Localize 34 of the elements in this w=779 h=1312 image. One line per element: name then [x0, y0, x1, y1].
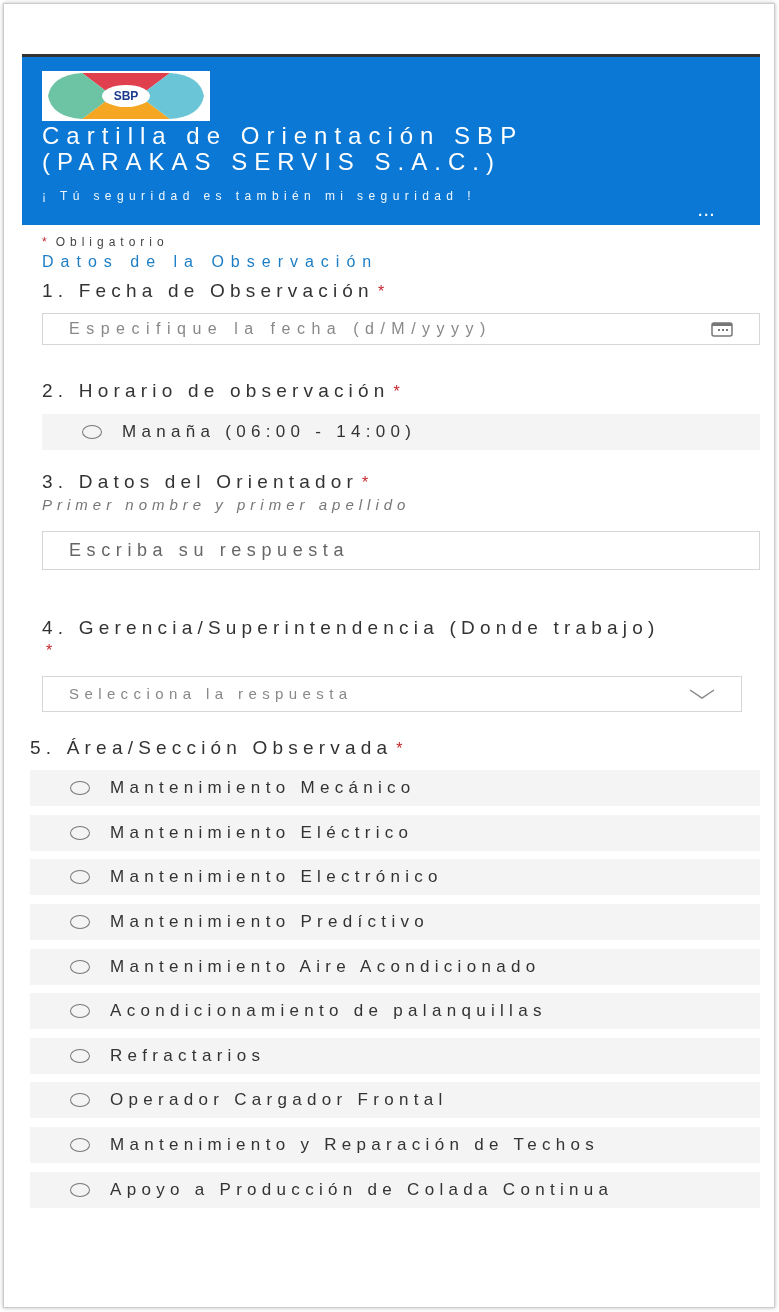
question-hint: Primer nombre y primer apellido — [42, 495, 412, 513]
radio-option[interactable]: Mantenimiento y Reparación de Techos — [30, 1126, 760, 1163]
section-title: Datos de la Observación — [42, 253, 380, 271]
more-options-button[interactable]: ... — [698, 203, 716, 219]
question-title: 2. Horario de observación — [42, 380, 390, 401]
required-note: Obligatorio — [55, 235, 169, 249]
logo-drawing: SBP — [42, 71, 210, 121]
radio-option[interactable]: Operador Cargador Frontal — [30, 1082, 760, 1119]
radio-option[interactable]: Refractarios — [30, 1037, 760, 1074]
radio-option[interactable]: Mantenimiento Predíctivo — [30, 903, 760, 940]
required-asterisk: * — [377, 283, 385, 300]
radio-option[interactable]: Mantenimiento Aire Acondicionado — [30, 948, 760, 985]
radio-option[interactable]: Acondicionamiento de palanquillas — [30, 993, 760, 1030]
form-subtitle: ¡ Tú seguridad es también mi seguridad ! — [42, 189, 477, 203]
radio-option[interactable]: Mantenimiento Electrónico — [30, 859, 760, 896]
date-field[interactable]: Especifique la fecha (d/M/yyyy) — [42, 313, 760, 345]
question-title: 5. Área/Sección Observada — [30, 736, 393, 758]
question-title: 4. Gerencia/Superintendencia (Donde trabajo) — [42, 615, 661, 640]
required-asterisk: * — [42, 235, 52, 249]
radio-option[interactable]: Mantenimiento Eléctrico — [30, 814, 760, 851]
answer-field[interactable]: Escriba su respuesta — [42, 530, 760, 570]
radio-option[interactable]: Mantenimiento Mecánico — [30, 770, 760, 807]
question-title: 3. Datos del Orientador — [42, 470, 359, 492]
select-dropdown[interactable]: Selecciona la respuesta — [42, 675, 742, 712]
required-asterisk: * — [46, 641, 53, 659]
form-title: Cartilla de Orientación SBP (PARAKAS SERVIS S.A.C.) — [42, 123, 524, 175]
required-asterisk: * — [362, 473, 369, 491]
question-title: 1. Fecha de Observación — [42, 280, 374, 301]
required-asterisk: * — [396, 739, 403, 757]
calendar-icon[interactable] — [711, 321, 733, 337]
chevron-down-icon — [689, 688, 715, 699]
radio-option[interactable]: Manaña (06:00 - 14:00) — [42, 413, 760, 450]
required-asterisk: * — [393, 383, 400, 400]
radio-option[interactable]: Apoyo a Producción de Colada Continua — [30, 1171, 760, 1208]
